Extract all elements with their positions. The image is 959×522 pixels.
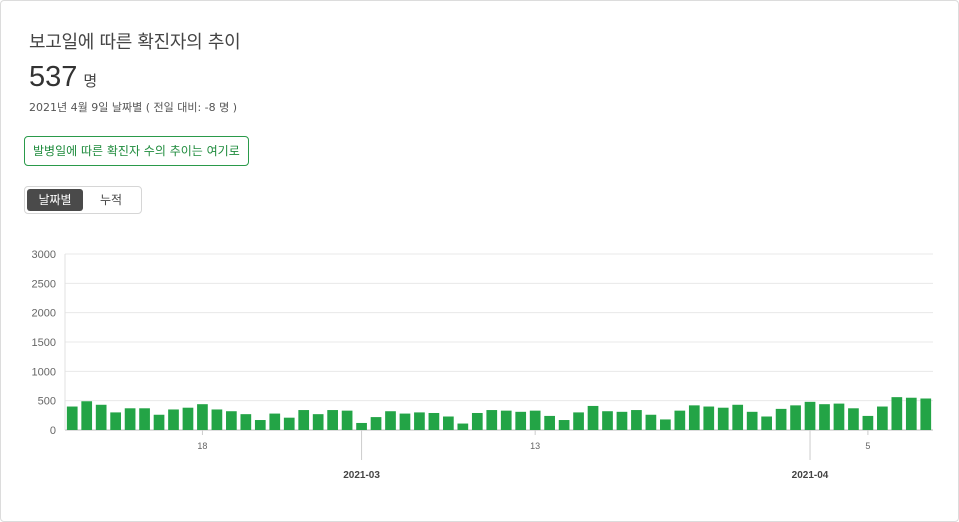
bar-2021-02-23 [269, 413, 281, 430]
current-count-unit: 명 [83, 72, 98, 90]
bar-2021-03-29 [761, 416, 772, 430]
bar-2021-02-15 [153, 414, 165, 430]
bar-2021-02-17 [182, 407, 194, 430]
bar-2021-02-24 [283, 417, 295, 430]
bar-2021-03-05 [414, 412, 425, 430]
bar-2021-03-18 [602, 411, 613, 430]
bar-2021-02-22 [254, 420, 266, 430]
bar-2021-04-05 [862, 415, 874, 430]
x-minor-tick-label: 5 [865, 441, 870, 451]
bar-2021-03-25 [703, 406, 715, 430]
x-major-tick-label: 2021-03 [343, 470, 380, 481]
bar-2021-03-24 [688, 405, 700, 430]
bar-2021-02-26 [312, 414, 324, 430]
bar-2021-04-09 [920, 398, 932, 430]
current-count-value: 537 [29, 61, 78, 93]
bar-2021-04-04 [848, 408, 859, 430]
bar-2021-03-14 [544, 415, 555, 430]
bar-2021-03-23 [674, 410, 686, 430]
bar-2021-02-09 [66, 406, 78, 430]
bar-2021-03-15 [558, 420, 570, 430]
bar-2021-03-16 [573, 412, 584, 430]
bar-2021-02-28 [341, 410, 353, 430]
bar-2021-03-30 [775, 408, 787, 430]
bar-2021-03-02 [370, 417, 382, 430]
bar-2021-02-13 [124, 408, 136, 430]
bar-2021-02-16 [168, 409, 179, 430]
y-tick-label: 500 [38, 396, 56, 408]
bar-2021-04-01 [804, 401, 816, 430]
bar-2021-03-13 [529, 410, 541, 430]
bar-2021-03-21 [645, 414, 657, 430]
bar-2021-03-06 [428, 412, 440, 430]
x-minor-tick-label: 13 [530, 441, 540, 451]
bar-2021-02-27 [327, 410, 338, 430]
daily-cases-bar-chart: 0 500 1000 1500 2000 2500 3000 18 13 5 2021-03 2021… [32, 249, 933, 481]
bar-2021-04-02 [819, 404, 830, 430]
page-title: 보고일에 따른 확진자의 추이 [29, 32, 241, 53]
toggle-daily-button[interactable]: 날짜별 [27, 189, 83, 211]
date-subtitle: 2021년 4월 9일 날짜별 ( 전일 대비: -8 명 ) [29, 101, 238, 114]
x-major-tick-label: 2021-04 [792, 470, 829, 481]
bar-2021-03-03 [385, 411, 396, 430]
bar-2021-03-31 [790, 405, 801, 430]
bar-2021-03-27 [732, 404, 744, 430]
bar-2021-03-07 [443, 416, 454, 430]
bar-2021-02-11 [95, 404, 107, 430]
bar-2021-03-09 [471, 412, 483, 430]
bar-2021-03-17 [587, 405, 599, 430]
y-tick-label: 1500 [32, 337, 56, 349]
bar-2021-03-19 [616, 411, 628, 430]
bar-2021-03-22 [660, 419, 671, 430]
bar-2021-03-10 [486, 410, 498, 430]
current-count: 537 명 [29, 61, 97, 94]
bar-2021-02-12 [110, 412, 121, 430]
y-tick-label: 1000 [32, 366, 56, 378]
x-minor-tick-label: 18 [197, 441, 207, 451]
bar-2021-03-04 [399, 413, 411, 430]
bar-2021-03-11 [500, 410, 512, 430]
toggle-cumulative-button[interactable]: 누적 [83, 189, 139, 211]
bar-2021-03-01 [356, 422, 367, 430]
bar-2021-03-28 [746, 411, 758, 430]
bar-2021-02-20 [226, 411, 237, 430]
onset-date-link-button[interactable]: 발병일에 따른 확진자 수의 추이는 여기로 [24, 136, 249, 166]
bar-2021-04-06 [877, 406, 888, 430]
bar-2021-04-07 [891, 397, 903, 430]
bar-2021-02-10 [81, 401, 93, 430]
y-tick-label: 2500 [32, 278, 56, 290]
bar-2021-02-21 [240, 414, 252, 430]
bar-2021-03-08 [457, 423, 469, 430]
view-toggle: 날짜별 누적 [24, 186, 142, 214]
y-tick-label: 2000 [32, 308, 56, 320]
bar-2021-04-03 [833, 403, 845, 430]
bar-2021-02-19 [211, 409, 223, 430]
bar-2021-02-14 [139, 408, 150, 430]
bar-2021-03-12 [515, 411, 527, 430]
bar-2021-03-26 [717, 407, 729, 430]
bar-2021-02-18 [197, 404, 208, 430]
y-tick-label: 3000 [32, 249, 56, 261]
y-tick-label: 0 [50, 425, 56, 437]
bar-2021-03-20 [631, 410, 642, 430]
bar-2021-04-08 [905, 397, 917, 430]
bar-2021-02-25 [298, 410, 310, 430]
